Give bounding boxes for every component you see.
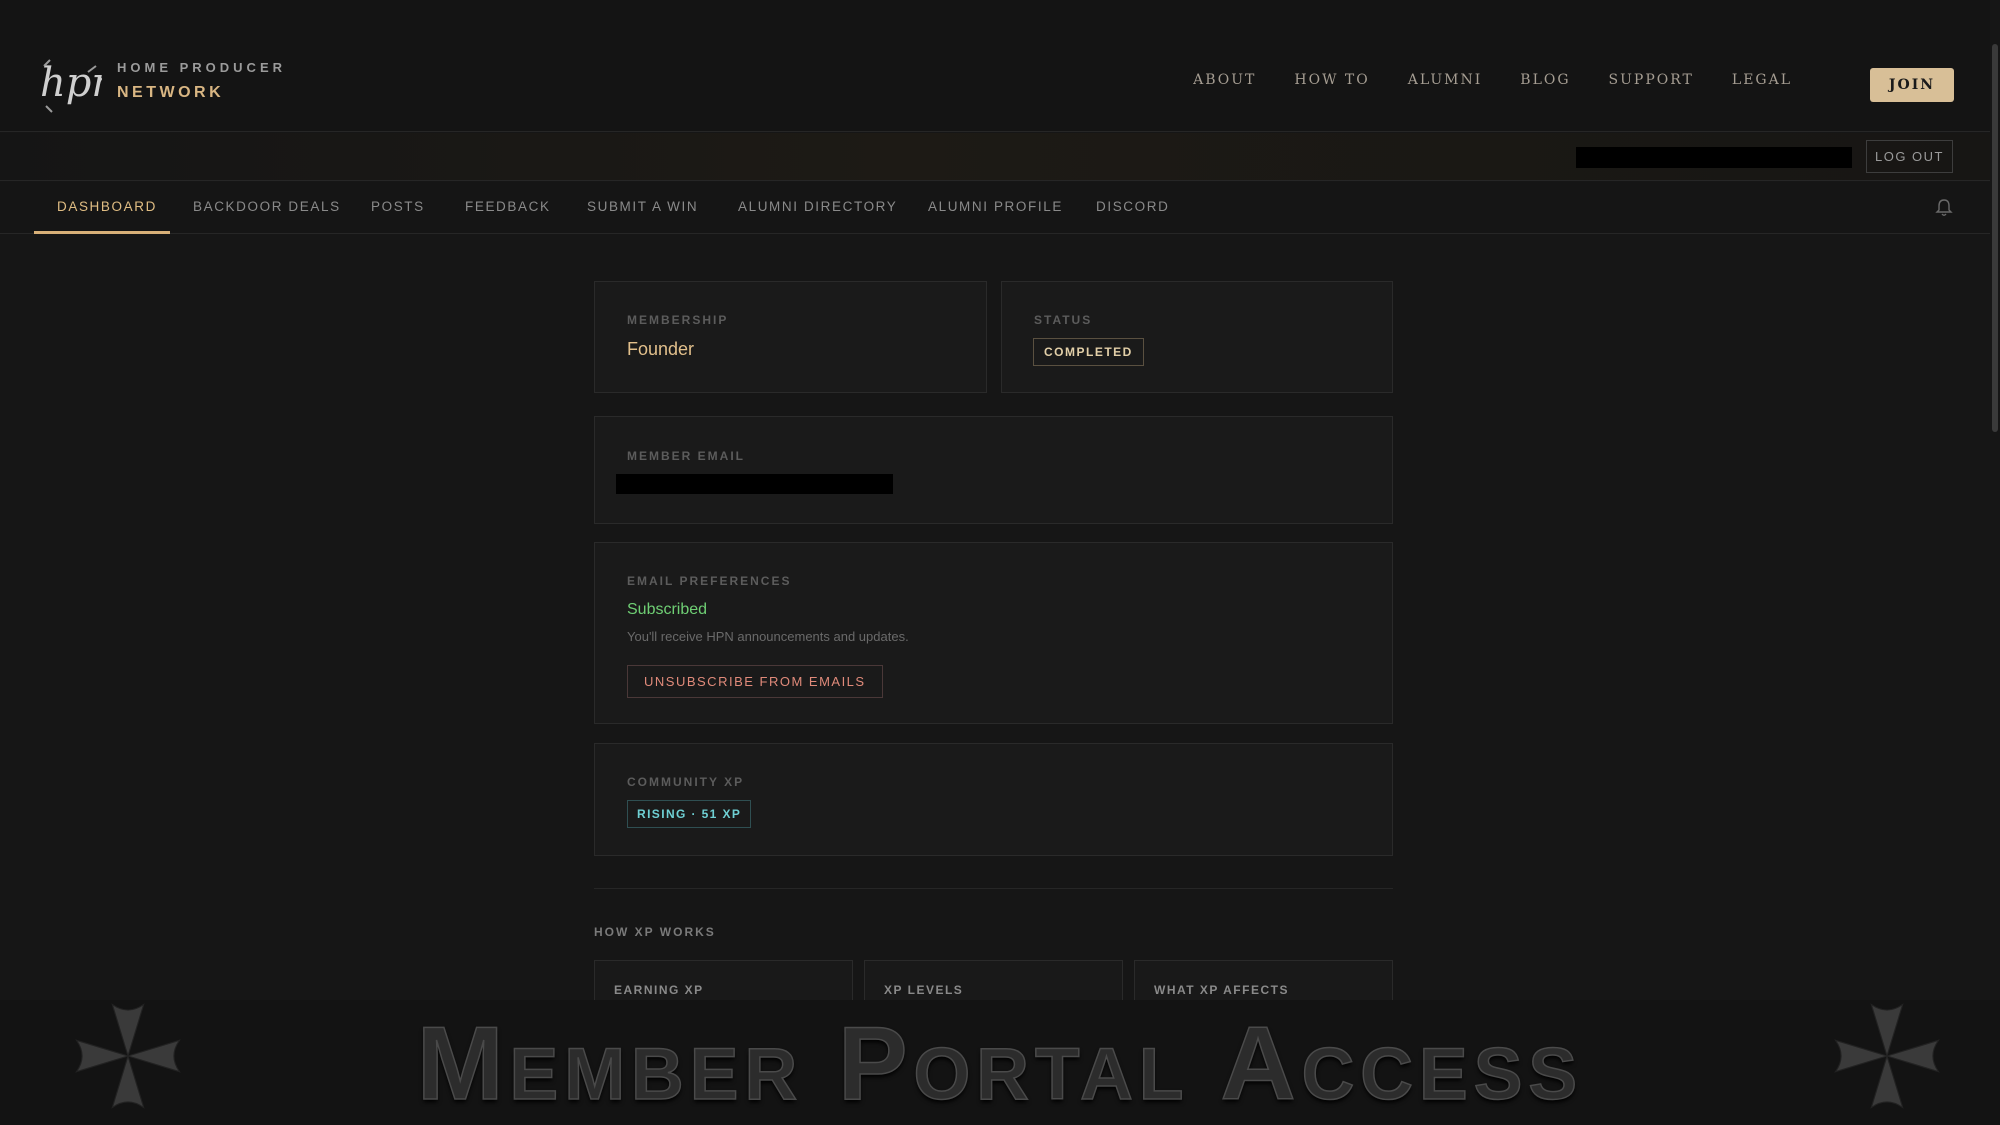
nav-about[interactable]: ABOUT — [1193, 72, 1256, 88]
xp-levels-card: XP LEVELS — [864, 960, 1123, 1000]
status-badge: COMPLETED — [1033, 338, 1144, 366]
earning-xp-label: EARNING XP — [614, 983, 704, 997]
status-label: STATUS — [1034, 313, 1093, 327]
earning-xp-card: EARNING XP — [594, 960, 853, 1000]
nav-support[interactable]: SUPPORT — [1609, 72, 1694, 88]
active-tab-indicator — [34, 231, 170, 234]
top-navigation: ABOUT HOW TO ALUMNI BLOG SUPPORT LEGAL — [1193, 72, 1792, 88]
membership-card — [594, 281, 987, 393]
brand-name-top: HOME PRODUCER — [117, 60, 287, 75]
tab-alumni-directory[interactable]: ALUMNI DIRECTORY — [738, 182, 897, 234]
bell-icon[interactable] — [1934, 198, 1954, 218]
nav-legal[interactable]: LEGAL — [1732, 72, 1792, 88]
tab-feedback[interactable]: FEEDBACK — [465, 182, 551, 234]
nav-alumni[interactable]: ALUMNI — [1408, 72, 1483, 88]
tab-posts[interactable]: POSTS — [371, 182, 425, 234]
membership-value: Founder — [627, 339, 695, 359]
membership-label: MEMBERSHIP — [627, 313, 729, 327]
logout-button[interactable]: LOG OUT — [1866, 140, 1953, 173]
redacted-username — [1576, 147, 1852, 168]
xp-levels-label: XP LEVELS — [884, 983, 964, 997]
tab-backdoor-deals[interactable]: BACKDOOR DEALS — [193, 182, 341, 234]
email-preferences-label: EMAIL PREFERENCES — [627, 574, 792, 588]
dashboard-tabs: DASHBOARD BACKDOOR DEALS POSTS FEEDBACK … — [0, 182, 1990, 234]
member-email-card — [594, 416, 1393, 524]
what-xp-affects-label: WHAT XP AFFECTS — [1154, 983, 1289, 997]
what-xp-affects-card: WHAT XP AFFECTS — [1134, 960, 1393, 1000]
xp-level-badge: RISING · 51 XP — [627, 800, 752, 828]
status-card — [1001, 281, 1393, 393]
join-button[interactable]: JOIN — [1870, 68, 1954, 102]
tab-discord[interactable]: DISCORD — [1096, 182, 1169, 234]
subscription-description: You'll receive HPN announcements and upd… — [627, 629, 909, 644]
tab-dashboard[interactable]: DASHBOARD — [57, 182, 157, 234]
cross-pattee-icon — [1834, 1003, 1940, 1109]
member-email-label: MEMBER EMAIL — [627, 449, 745, 463]
unsubscribe-button[interactable]: UNSUBSCRIBE FROM EMAILS — [627, 665, 883, 698]
subscription-state: Subscribed — [627, 601, 708, 618]
tab-submit-a-win[interactable]: SUBMIT A WIN — [587, 182, 698, 234]
section-divider — [594, 888, 1393, 889]
nav-how-to[interactable]: HOW TO — [1294, 72, 1369, 88]
scrollbar-thumb[interactable] — [1992, 44, 1998, 432]
how-xp-works-title: HOW XP WORKS — [594, 925, 716, 939]
hpn-logo[interactable]: hpn — [38, 52, 102, 114]
redacted-email — [616, 474, 893, 494]
tab-alumni-profile[interactable]: ALUMNI PROFILE — [928, 182, 1063, 234]
nav-blog[interactable]: BLOG — [1520, 72, 1570, 88]
brand-name-bottom: NETWORK — [117, 84, 225, 101]
community-xp-label: COMMUNITY XP — [627, 775, 745, 789]
banner-title: Member Portal Access — [416, 1006, 1584, 1122]
svg-text:hpn: hpn — [40, 60, 102, 106]
site-header: hpn HOME PRODUCER NETWORK ABOUT HOW TO A… — [0, 0, 1990, 132]
